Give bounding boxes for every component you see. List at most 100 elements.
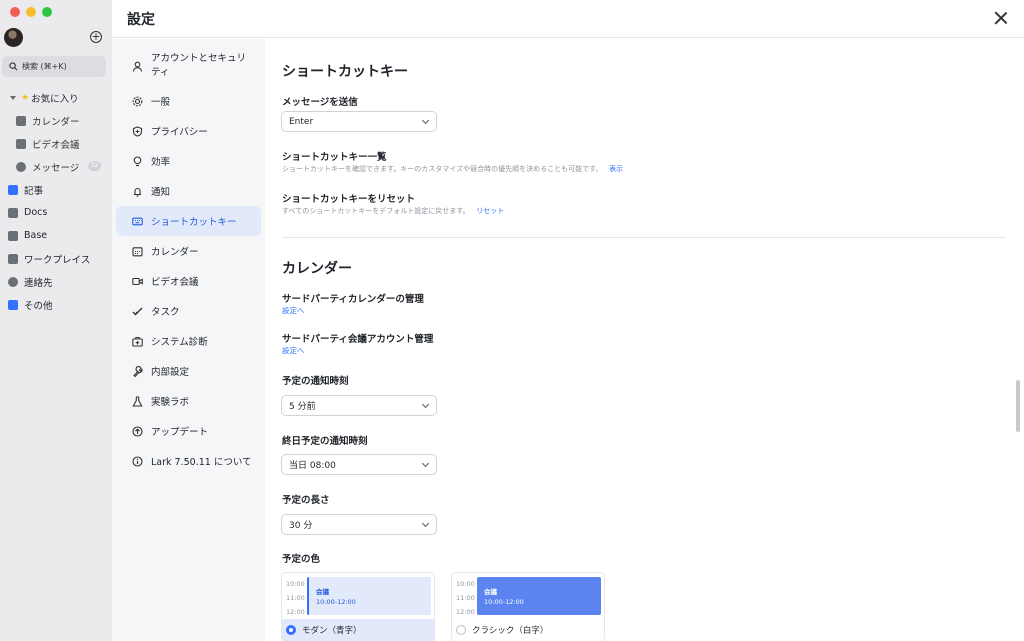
color-option-classic[interactable]: 10:00 11:00 12:00 会議 10:00-12:00 クラシック（白… (451, 572, 605, 641)
event-length-label: 予定の長さ (282, 495, 330, 506)
event-name: 会議 (316, 588, 329, 596)
select-value: Enter (289, 116, 314, 127)
allday-notify-label: 終日予定の通知時刻 (282, 436, 368, 447)
bell-icon (132, 186, 143, 197)
chevron-down-icon (10, 95, 16, 100)
sidebar-item-workplace[interactable]: ワークプレイス (0, 247, 112, 270)
app-nav: ★ お気に入り カレンダー ビデオ会議 メッセージ 32 記事 Docs Base… (0, 86, 112, 316)
flask-icon (132, 395, 143, 407)
search-input[interactable]: 検索 (⌘+K) (2, 56, 106, 77)
chevron-down-icon (421, 459, 430, 468)
sidebar-item-calendar[interactable]: カレンダー (0, 109, 112, 132)
view-shortcuts-link[interactable]: 表示 (609, 165, 623, 173)
sidebar-item-label: Docs (24, 207, 48, 218)
reset-shortcuts-desc: すべてのショートカットキーをデフォルト設定に戻せます。 リセット (282, 206, 504, 216)
page-title: 設定 (127, 11, 155, 28)
settings-nav-item[interactable]: 一般 (116, 86, 261, 116)
settings-nav-item[interactable]: アップデート (116, 416, 261, 446)
classic-radio[interactable] (456, 625, 466, 635)
add-icon[interactable]: + (90, 31, 102, 43)
section-title-calendar: カレンダー (282, 261, 352, 277)
settings-nav-item[interactable]: 通知 (116, 176, 261, 206)
modern-radio[interactable] (286, 625, 296, 635)
sidebar-item-docs[interactable]: Docs (0, 201, 112, 224)
settings-nav-item[interactable]: 実験ラボ (116, 386, 261, 416)
app-sidebar: + 検索 (⌘+K) ★ お気に入り カレンダー ビデオ会議 メッセージ 32 記… (0, 0, 112, 641)
sidebar-item-messages[interactable]: メッセージ 32 (0, 155, 112, 178)
time-labels: 10:00 11:00 12:00 (286, 577, 305, 619)
reset-shortcuts-label: ショートカットキーをリセット (282, 194, 416, 205)
event-length-select[interactable]: 30 分 (281, 514, 437, 535)
classic-radio-row[interactable]: クラシック（白字） (452, 619, 604, 641)
sidebar-item-articles[interactable]: 記事 (0, 178, 112, 201)
sidebar-item-video[interactable]: ビデオ会議 (0, 132, 112, 155)
docs-icon (8, 207, 18, 218)
time-label: 11:00 (286, 594, 305, 602)
reset-shortcuts-link[interactable]: リセット (476, 207, 504, 215)
chevron-down-icon (421, 400, 430, 409)
close-icon[interactable] (994, 11, 1008, 25)
settings-nav-item[interactable]: タスク (116, 296, 261, 326)
sidebar-item-more[interactable]: その他 (0, 293, 112, 316)
check-icon (132, 306, 143, 317)
desc-text: ショートカットキーを確認できます。キーのカスタマイズや競合時の優先順を決めること… (282, 165, 603, 173)
section-divider (282, 237, 1006, 238)
sidebar-item-label: ワークプレイス (24, 254, 91, 266)
close-window-icon[interactable] (10, 7, 20, 17)
select-value: 5 分前 (289, 402, 316, 412)
more-icon (8, 299, 18, 310)
base-icon (8, 230, 18, 241)
settings-nav-label: ショートカットキー (151, 217, 237, 228)
event-preview: 会議 10:00-12:00 (477, 577, 601, 615)
settings-nav-item[interactable]: システム診断 (116, 326, 261, 356)
time-label: 10:00 (286, 580, 305, 588)
chat-icon (16, 161, 26, 172)
minimize-window-icon[interactable] (26, 7, 36, 17)
sidebar-item-label: Base (24, 230, 48, 241)
time-label: 12:00 (286, 608, 305, 616)
settings-nav-item[interactable]: カレンダー (116, 236, 261, 266)
info-icon (132, 455, 143, 467)
settings-nav-label: 実験ラボ (151, 397, 190, 408)
select-value: 30 分 (289, 521, 313, 531)
scrollbar[interactable] (1016, 380, 1020, 432)
settings-nav-item[interactable]: 効率 (116, 146, 261, 176)
settings-header: 設定 (112, 0, 1024, 38)
settings-nav-label: ビデオ会議 (151, 277, 199, 288)
zoom-window-icon[interactable] (42, 7, 52, 17)
settings-panel: 設定 アカウントとセキュリティ 一般 プライバシー 効率 通知 ショートカットキー カレンダ… (112, 0, 1024, 641)
article-icon (8, 184, 18, 195)
chevron-down-icon (421, 519, 430, 528)
settings-nav-label: アカウントとセキュリティ (151, 53, 247, 78)
settings-nav-item[interactable]: ショートカットキー (116, 206, 261, 236)
sidebar-item-base[interactable]: Base (0, 224, 112, 247)
color-option-modern[interactable]: 10:00 11:00 12:00 会議 10:00-12:00 モダン（青字） (281, 572, 435, 641)
third-party-meeting-link[interactable]: 設定へ (282, 345, 305, 356)
sidebar-item-contacts[interactable]: 連絡先 (0, 270, 112, 293)
upload-icon (132, 425, 143, 437)
modern-radio-row[interactable]: モダン（青字） (282, 619, 434, 641)
settings-nav-label: 内部設定 (151, 367, 190, 378)
contacts-icon (8, 276, 18, 287)
third-party-calendar-link[interactable]: 設定へ (282, 305, 305, 316)
settings-nav-item[interactable]: ビデオ会議 (116, 266, 261, 296)
settings-nav-item[interactable]: プライバシー (116, 116, 261, 146)
settings-nav-label: アップデート (151, 427, 209, 438)
sidebar-item-label: メッセージ (32, 162, 80, 174)
desc-text: すべてのショートカットキーをデフォルト設定に戻せます。 (282, 207, 470, 215)
settings-nav-item[interactable]: 内部設定 (116, 356, 261, 386)
time-labels: 10:00 11:00 12:00 (456, 577, 475, 619)
settings-nav-item[interactable]: アカウントとセキュリティ (116, 46, 261, 86)
window-controls (10, 7, 52, 17)
send-message-select[interactable]: Enter (281, 111, 437, 132)
avatar[interactable] (4, 28, 23, 47)
allday-notify-select[interactable]: 当日 08:00 (281, 454, 437, 475)
send-message-label: メッセージを送信 (282, 97, 358, 108)
chevron-down-icon (421, 116, 430, 125)
sidebar-favorites[interactable]: ★ お気に入り (0, 86, 112, 109)
select-value: 当日 08:00 (289, 461, 336, 471)
settings-nav-label: カレンダー (151, 247, 199, 258)
notify-time-select[interactable]: 5 分前 (281, 395, 437, 416)
settings-nav-label: 一般 (151, 97, 171, 108)
settings-nav-item[interactable]: Lark 7.50.11 について (116, 446, 261, 476)
